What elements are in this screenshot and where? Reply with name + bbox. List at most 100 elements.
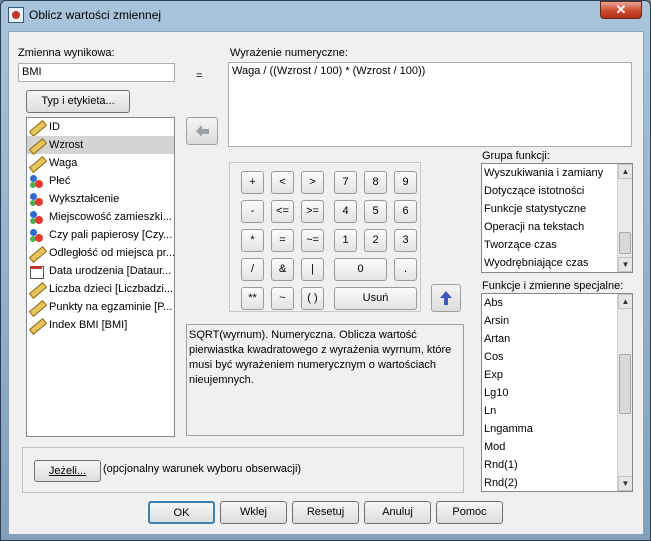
special-function-item[interactable]: Mod bbox=[482, 438, 632, 456]
special-function-item[interactable]: Arsin bbox=[482, 312, 632, 330]
keypad-key[interactable]: * bbox=[241, 229, 264, 252]
keypad-key[interactable]: | bbox=[301, 258, 324, 281]
keypad-key[interactable]: 2 bbox=[364, 229, 387, 252]
function-group-scrollbar[interactable]: ▲ ▼ bbox=[617, 164, 632, 272]
move-to-expression-button[interactable] bbox=[186, 117, 218, 145]
keypad-key[interactable]: / bbox=[241, 258, 264, 281]
ruler-icon bbox=[29, 120, 43, 134]
variable-list[interactable]: ID Wzrost Waga Płeć Wykształcenie Miejscowość… bbox=[26, 117, 175, 437]
compute-variable-dialog: Oblicz wartości zmiennej ✕ Zmienna wynik… bbox=[0, 0, 651, 541]
keypad-key[interactable]: = bbox=[271, 229, 294, 252]
scroll-up-icon[interactable]: ▲ bbox=[618, 294, 632, 309]
special-function-item[interactable]: Abs bbox=[482, 294, 632, 312]
keypad-key[interactable]: 5 bbox=[364, 200, 387, 223]
special-function-item[interactable]: Lg10 bbox=[482, 384, 632, 402]
variable-item[interactable]: Liczba dzieci [Liczbadzi... bbox=[27, 280, 174, 298]
if-button[interactable]: Jeżeli... bbox=[34, 460, 101, 482]
keypad-key[interactable]: ~ bbox=[271, 287, 294, 310]
keypad-key[interactable]: 3 bbox=[394, 229, 417, 252]
keypad-key[interactable]: 4 bbox=[334, 200, 357, 223]
keypad-key[interactable]: >= bbox=[301, 200, 324, 223]
special-function-item[interactable]: Artan bbox=[482, 330, 632, 348]
variable-label: Punkty na egzaminie [P... bbox=[49, 301, 173, 313]
variable-item[interactable]: ID bbox=[27, 118, 174, 136]
function-group-list[interactable]: Wyszukiwania i zamiany Dotyczące istotnoś… bbox=[481, 163, 633, 273]
function-description: SQRT(wyrnum). Numeryczna. Oblicza wartoś… bbox=[186, 324, 464, 436]
keypad-key[interactable]: 9 bbox=[394, 171, 417, 194]
special-functions-scrollbar[interactable]: ▲ ▼ bbox=[617, 294, 632, 491]
keypad-key[interactable]: > bbox=[301, 171, 324, 194]
target-variable-label: Zmienna wynikowa: bbox=[18, 47, 115, 59]
keypad-key[interactable]: ~= bbox=[301, 229, 324, 252]
function-group-item[interactable]: Operacji na tekstach bbox=[482, 218, 632, 236]
help-button[interactable]: Pomoc bbox=[436, 501, 503, 524]
close-button[interactable]: ✕ bbox=[600, 1, 642, 19]
function-group-item[interactable]: Funkcje statystyczne bbox=[482, 200, 632, 218]
cancel-button[interactable]: Anuluj bbox=[364, 501, 431, 524]
keypad-key[interactable]: < bbox=[271, 171, 294, 194]
special-function-item[interactable]: Cos bbox=[482, 348, 632, 366]
special-function-item[interactable]: Rnd(1) bbox=[482, 456, 632, 474]
keypad-key[interactable]: Usuń bbox=[334, 287, 417, 310]
special-function-item[interactable]: Ln bbox=[482, 402, 632, 420]
keypad-key[interactable]: ( ) bbox=[301, 287, 324, 310]
variable-label: Wzrost bbox=[49, 139, 84, 151]
special-functions-label: Funkcje i zmienne specjalne: bbox=[482, 280, 624, 292]
nominal-icon bbox=[29, 174, 43, 189]
type-label-button[interactable]: Typ i etykieta... bbox=[26, 90, 130, 113]
insert-function-button[interactable] bbox=[431, 284, 461, 312]
ruler-icon bbox=[29, 156, 43, 170]
keypad-key[interactable]: . bbox=[394, 258, 417, 281]
scroll-up-icon[interactable]: ▲ bbox=[618, 164, 632, 179]
variable-item[interactable]: Płeć bbox=[27, 172, 174, 190]
keypad-key[interactable]: 1 bbox=[334, 229, 357, 252]
variable-label: Odległość od miejsca pr... bbox=[49, 247, 175, 259]
variable-item[interactable]: Wzrost bbox=[27, 136, 174, 154]
special-functions-list[interactable]: Abs Arsin Artan Cos Exp Lg10 Ln Lngamma Mod Rnd(1… bbox=[481, 293, 633, 492]
function-group-item[interactable]: Dotyczące istotności bbox=[482, 182, 632, 200]
keypad-key[interactable]: 7 bbox=[334, 171, 357, 194]
variable-label: Płeć bbox=[49, 175, 71, 187]
function-group-item[interactable]: Wyodrębniające czas bbox=[482, 254, 632, 272]
date-icon bbox=[29, 264, 44, 280]
target-variable-input[interactable]: BMI bbox=[18, 63, 175, 82]
function-group-item[interactable]: Tworzące czas bbox=[482, 236, 632, 254]
special-function-item[interactable]: Lngamma bbox=[482, 420, 632, 438]
variable-item[interactable]: Miejscowość zamieszki... bbox=[27, 208, 174, 226]
scroll-down-icon[interactable]: ▼ bbox=[618, 476, 632, 491]
scroll-down-icon[interactable]: ▼ bbox=[618, 257, 632, 272]
special-function-item[interactable]: Rnd(2) bbox=[482, 474, 632, 491]
ok-button[interactable]: OK bbox=[148, 501, 215, 524]
equals-sign: = bbox=[196, 70, 203, 82]
if-button-label: Jeżeli... bbox=[48, 465, 87, 477]
variable-item[interactable]: Data urodzenia [Dataur... bbox=[27, 262, 174, 280]
dialog-client-area: Zmienna wynikowa: BMI Typ i etykieta... … bbox=[8, 31, 644, 535]
variable-item[interactable]: Waga bbox=[27, 154, 174, 172]
keypad-key[interactable]: & bbox=[271, 258, 294, 281]
nominal-icon bbox=[29, 192, 43, 207]
keypad-key[interactable]: 8 bbox=[364, 171, 387, 194]
paste-button[interactable]: Wklej bbox=[220, 501, 287, 524]
keypad-key[interactable]: ** bbox=[241, 287, 264, 310]
title-bar[interactable]: Oblicz wartości zmiennej ✕ bbox=[1, 1, 650, 29]
variable-item[interactable]: Odległość od miejsca pr... bbox=[27, 244, 174, 262]
expression-label: Wyrażenie numeryczne: bbox=[230, 47, 348, 59]
variable-item[interactable]: Wykształcenie bbox=[27, 190, 174, 208]
scroll-thumb[interactable] bbox=[619, 354, 631, 414]
special-function-item[interactable]: Exp bbox=[482, 366, 632, 384]
keypad-key[interactable]: 6 bbox=[394, 200, 417, 223]
keypad-key[interactable]: <= bbox=[271, 200, 294, 223]
reset-button[interactable]: Resetuj bbox=[292, 501, 359, 524]
keypad-key[interactable]: 0 bbox=[334, 258, 387, 281]
variable-item[interactable]: Czy pali papierosy [Czy... bbox=[27, 226, 174, 244]
variable-item[interactable]: Index BMI [BMI] bbox=[27, 316, 174, 334]
expression-input[interactable]: Waga / ((Wzrost / 100) * (Wzrost / 100)) bbox=[228, 62, 632, 147]
keypad-key[interactable]: - bbox=[241, 200, 264, 223]
ruler-icon bbox=[29, 318, 43, 332]
ruler-icon bbox=[29, 246, 43, 260]
function-group-item[interactable]: Wyszukiwania i zamiany bbox=[482, 164, 632, 182]
variable-item[interactable]: Punkty na egzaminie [P... bbox=[27, 298, 174, 316]
scroll-thumb[interactable] bbox=[619, 232, 631, 254]
keypad-key[interactable]: + bbox=[241, 171, 264, 194]
variable-label: Index BMI [BMI] bbox=[49, 319, 128, 331]
